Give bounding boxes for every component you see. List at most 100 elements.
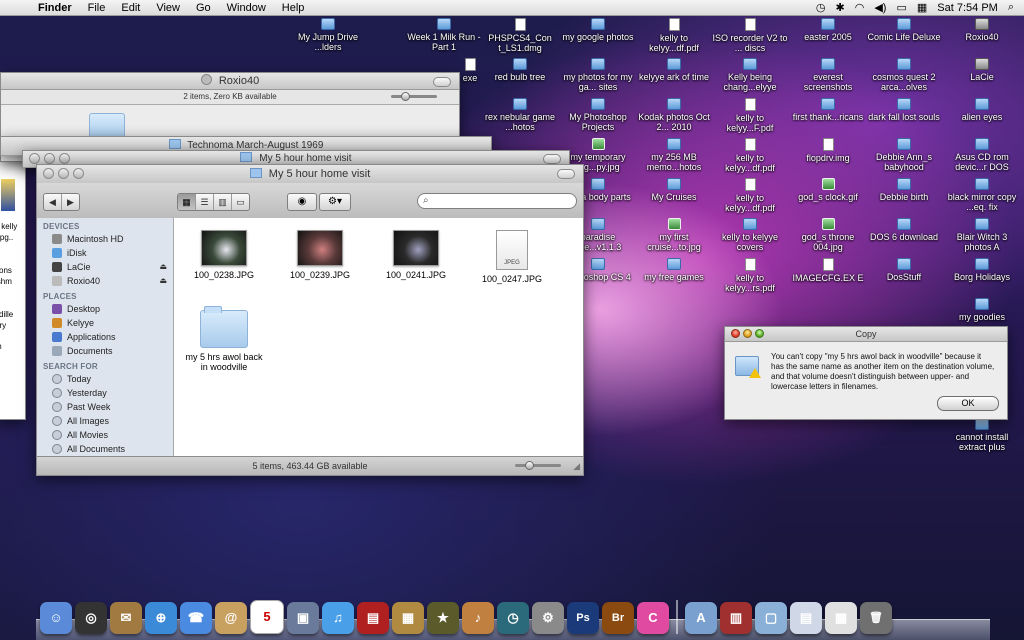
eject-icon[interactable]: ⏏ [159,274,167,288]
file-item[interactable]: 100_0239.JPG [274,230,366,280]
dock-address-book-icon[interactable]: @ [215,602,247,634]
volume-status-icon[interactable]: ◀) [874,1,886,14]
sidebar-item-idisk[interactable]: iDisk [37,246,173,260]
desktop-icon[interactable]: IMAGECFG.EX E [790,258,866,283]
desktop-icon[interactable]: kelly to kelyye covers [712,218,788,252]
desktop-icon[interactable]: My Photoshop Projects [560,98,636,132]
sidebar-item-kelyye[interactable]: Kelyye [37,316,173,330]
quick-look-button[interactable]: ◉ [287,193,317,211]
sidebar-item-desktop[interactable]: Desktop [37,302,173,316]
dock-mail-icon[interactable]: ✉ [110,602,142,634]
desktop-icon[interactable]: god_s throne 004.jpg [790,218,866,252]
desktop-icon[interactable]: PHSPCS4_Con t_LS1.dmg [482,18,558,53]
icon-size-slider[interactable] [515,461,561,470]
dock-documents-stack-icon[interactable]: ▢ [755,602,787,634]
file-item[interactable]: JPEG 100_0247.JPG [466,230,558,284]
sidebar-item-yesterday[interactable]: Yesterday [37,386,173,400]
resize-grip-icon[interactable]: ◢ [573,457,580,475]
minimize-button[interactable] [58,168,69,179]
finder-window-main[interactable]: My 5 hour home visit ◀ ▶ ▦ ☰ ▥ ▭ ◉ ⚙▾ ⌕ … [36,164,584,476]
back-forward-control[interactable]: ◀ ▶ [43,193,80,211]
sidebar-item-macintosh-hd[interactable]: Macintosh HD [37,232,173,246]
zoom-button[interactable] [755,329,764,338]
sidebar-item-today[interactable]: Today [37,372,173,386]
view-mode-control[interactable]: ▦ ☰ ▥ ▭ [177,193,250,211]
desktop-icon[interactable]: red bulb tree [482,58,558,82]
sidebar-item-all-images[interactable]: All Images [37,414,173,428]
sidebar-item-applications[interactable]: Applications [37,330,173,344]
menu-go[interactable]: Go [188,2,219,14]
menu-clock[interactable]: Sat 7:54 PM [937,2,998,14]
desktop-icon[interactable]: ISO recorder V2 to ... discs [712,18,788,53]
battery-status-icon[interactable]: ▭ [896,1,906,14]
desktop-icon[interactable]: cannot install extract plus [944,418,1020,452]
desktop-icon[interactable]: my google photos [560,18,636,42]
desktop-icon[interactable]: god_s clock.gif [790,178,866,202]
desktop-icon[interactable]: kelly to kelyy...F.pdf [712,98,788,133]
desktop-icon[interactable]: kelyye ark of time [636,58,712,82]
desktop-icon[interactable]: kelly to kelyy...df.pdf [636,18,712,53]
wifi-status-icon[interactable]: ◠ [855,1,865,14]
menu-file[interactable]: File [80,2,114,14]
desktop-icon[interactable]: black mirror copy ...eq. fix [944,178,1020,212]
sidebar-item-past-week[interactable]: Past Week [37,400,173,414]
menu-window[interactable]: Window [219,2,274,14]
desktop-icon[interactable]: Asus CD rom devic...r DOS [944,138,1020,172]
desktop-icon[interactable]: rex nebular game ...hotos [482,98,558,132]
roxio-icon-size-slider[interactable] [391,92,437,101]
desktop-icon[interactable]: Blair Witch 3 photos A [944,218,1020,252]
dock-finder-icon[interactable]: ☺ [40,602,72,634]
sidebar-item-lacie[interactable]: LaCie ⏏ [37,260,173,274]
dock-comic-life-icon[interactable]: C [637,602,669,634]
eject-icon[interactable]: ⏏ [159,260,167,274]
finder-content-area[interactable]: 100_0238.JPG 100_0239.JPG 100_0241.JPG JPEG… [174,218,583,457]
bluetooth-status-icon[interactable]: ✱ [836,1,845,14]
toolbar-toggle-button[interactable] [557,169,575,179]
close-button[interactable] [43,168,54,179]
dock-applications-stack-icon[interactable]: A [685,602,717,634]
dock-book-stack-icon[interactable]: ▥ [720,602,752,634]
desktop-icon[interactable]: My Jump Drive ...lders [290,18,366,52]
zoom-button[interactable] [59,153,70,164]
dock-safari-icon[interactable]: ⊕ [145,602,177,634]
dock-imovie-icon[interactable]: ★ [427,602,459,634]
input-flag-icon[interactable]: ▦ [917,1,927,14]
desktop-icon[interactable]: my free games [636,258,712,282]
dock-garageband-icon[interactable]: ♪ [462,602,494,634]
slider-knob[interactable] [525,461,534,470]
menu-view[interactable]: View [148,2,188,14]
desktop-icon[interactable]: Borg Holidays [944,258,1020,282]
forward-arrow-icon[interactable]: ▶ [62,194,79,210]
minimize-button[interactable] [44,153,55,164]
desktop-icon[interactable]: DOS 6 download [866,218,942,242]
icon-view-icon[interactable]: ▦ [178,194,196,210]
toolbar-toggle-button[interactable] [543,154,561,164]
desktop-icon[interactable]: LaCie [944,58,1020,82]
dock-ical-icon[interactable]: 5 [250,600,284,634]
desktop-icon[interactable]: cosmos quest 2 arca...olves [866,58,942,92]
desktop-icon[interactable]: Kelly being chang...elyye [712,58,788,92]
dock-time-machine-icon[interactable]: ◷ [497,602,529,634]
search-input[interactable] [434,195,574,209]
finder-titlebar[interactable]: My 5 hour home visit [37,165,583,183]
desktop-icon[interactable]: kelly to kelyy...df.pdf [712,138,788,173]
toolbar-toggle-button[interactable] [433,77,451,87]
menu-finder[interactable]: Finder [30,2,80,14]
zoom-button[interactable] [73,168,84,179]
time-machine-status-icon[interactable]: ◷ [816,1,826,14]
dock-screens-stack-icon[interactable]: ▦ [825,602,857,634]
dock-system-preferences-icon[interactable]: ⚙ [532,602,564,634]
desktop-icon[interactable]: kelly to kelyy...rs.pdf [712,258,788,293]
dock-preview-icon[interactable]: ▣ [287,602,319,634]
desktop-icon[interactable]: dark fall lost souls [866,98,942,122]
file-item[interactable]: 100_0238.JPG [178,230,270,280]
spotlight-icon[interactable]: ⌕ [1008,1,1014,14]
column-view-icon[interactable]: ▥ [214,194,232,210]
dock-itunes-icon[interactable]: ♫ [322,602,354,634]
dock-downloads-stack-icon[interactable]: ▤ [790,602,822,634]
dock-iphoto-icon[interactable]: ▦ [392,602,424,634]
back-arrow-icon[interactable]: ◀ [44,194,62,210]
desktop-icon[interactable]: flopdrv.img [790,138,866,163]
desktop-icon[interactable]: DosStuff [866,258,942,282]
dock-trash-icon[interactable]: 🗑 [860,602,892,634]
